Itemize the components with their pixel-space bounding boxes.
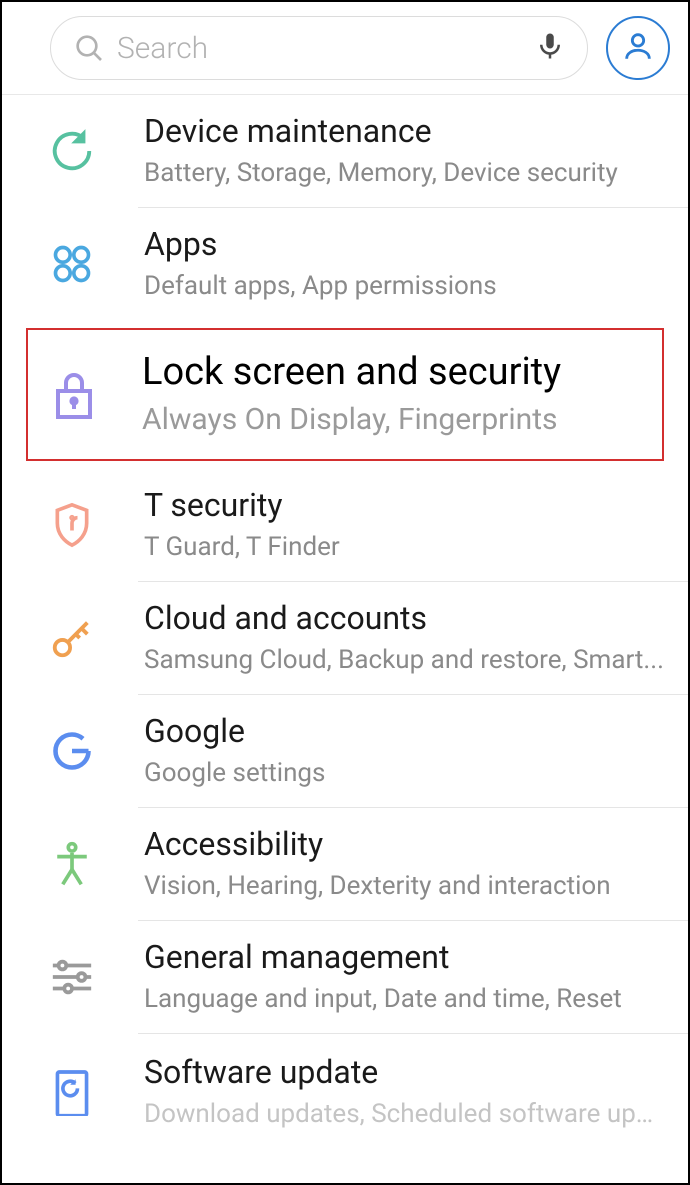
setting-cloud-accounts[interactable]: Cloud and accounts Samsung Cloud, Backup… [2, 582, 688, 694]
key-icon [44, 610, 100, 666]
setting-subtitle: Battery, Storage, Memory, Device securit… [144, 155, 668, 191]
setting-lock-screen-security[interactable]: Lock screen and security Always On Displ… [44, 348, 652, 441]
apps-icon [44, 236, 100, 292]
setting-device-maintenance[interactable]: Device maintenance Battery, Storage, Mem… [2, 95, 688, 207]
sliders-icon [44, 949, 100, 1005]
setting-t-security[interactable]: T security T Guard, T Finder [2, 469, 688, 581]
setting-title: Google [144, 711, 668, 753]
setting-subtitle: Language and input, Date and time, Reset [144, 981, 668, 1017]
header: Search [2, 2, 688, 95]
profile-button[interactable] [606, 16, 670, 80]
setting-title: General management [144, 937, 668, 979]
update-icon [44, 1064, 100, 1120]
setting-title: Accessibility [144, 824, 668, 866]
accessibility-icon [44, 836, 100, 892]
setting-title: Software update [144, 1052, 668, 1094]
setting-subtitle: Samsung Cloud, Backup and restore, Smart… [144, 642, 668, 678]
search-input[interactable]: Search [50, 16, 588, 80]
device-maintenance-icon [44, 123, 100, 179]
settings-list: Device maintenance Battery, Storage, Mem… [2, 95, 688, 1134]
setting-subtitle: Download updates, Scheduled software up… [144, 1096, 668, 1132]
setting-apps[interactable]: Apps Default apps, App permissions [2, 208, 688, 320]
setting-accessibility[interactable]: Accessibility Vision, Hearing, Dexterity… [2, 808, 688, 920]
shield-icon [44, 497, 100, 553]
setting-subtitle: Vision, Hearing, Dexterity and interacti… [144, 868, 668, 904]
setting-subtitle: Always On Display, Fingerprints [142, 399, 642, 441]
lock-icon [46, 367, 102, 423]
search-placeholder: Search [117, 31, 535, 66]
setting-title: T security [144, 485, 668, 527]
setting-google[interactable]: Google Google settings [2, 695, 688, 807]
setting-title: Cloud and accounts [144, 598, 668, 640]
setting-title: Apps [144, 224, 668, 266]
setting-general-management[interactable]: General management Language and input, D… [2, 921, 688, 1033]
setting-title: Lock screen and security [142, 348, 642, 397]
setting-software-update[interactable]: Software update Download updates, Schedu… [2, 1034, 688, 1134]
setting-subtitle: Google settings [144, 755, 668, 791]
mic-icon[interactable] [535, 29, 565, 67]
google-icon [44, 723, 100, 779]
search-icon [73, 32, 105, 64]
profile-icon [621, 29, 655, 67]
setting-title: Device maintenance [144, 111, 668, 153]
highlighted-setting: Lock screen and security Always On Displ… [26, 328, 664, 461]
setting-subtitle: Default apps, App permissions [144, 268, 668, 304]
setting-subtitle: T Guard, T Finder [144, 529, 668, 565]
